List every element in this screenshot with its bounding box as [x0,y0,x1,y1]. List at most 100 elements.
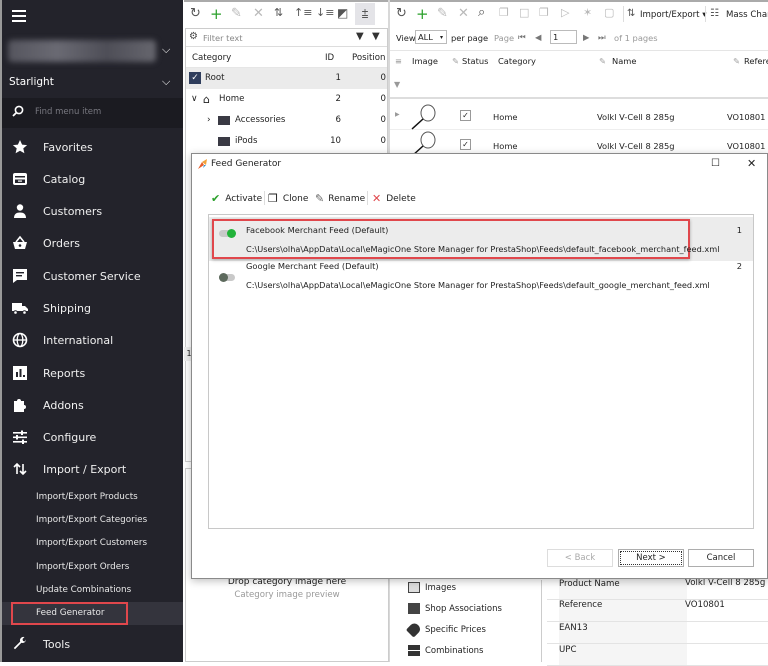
category-row[interactable]: iPods 10 0 [186,131,387,152]
status-checkbox[interactable]: ✓ [460,139,471,150]
sidebar-subitem-update-combinations[interactable]: Update Combinations [2,579,183,602]
image-toggle-icon[interactable]: ◩ [337,6,348,20]
sidebar-item-tools[interactable]: Tools [2,628,183,660]
sidebar-item-orders[interactable]: Orders [2,227,183,259]
property-value[interactable]: VO10801 [685,600,725,610]
move-up-icon[interactable]: ↑≡ [294,6,312,19]
category-row[interactable]: ✓ Root 1 0 [186,68,387,89]
page-input[interactable]: 1 [550,30,577,44]
menu-search[interactable]: Find menu item [2,98,183,128]
filter-input[interactable]: Filter text [203,33,243,43]
edit-icon[interactable]: ✎ [231,6,242,21]
paste-icon[interactable]: □ [519,6,529,19]
sidebar-item-import-export[interactable]: Import / Export [2,453,183,485]
column-image[interactable]: Image [412,51,438,71]
sidebar-subitem-import-export-categories[interactable]: Import/Export Categories [2,509,183,532]
add-icon[interactable]: + [210,5,223,23]
sidebar-subitem-feed-generator[interactable]: Feed Generator [2,602,183,625]
status-checkbox[interactable]: ✓ [460,110,471,121]
refresh-icon[interactable]: ↻ [190,6,201,21]
view-select[interactable]: ALL ▾ [415,30,447,44]
property-row[interactable]: Product Name Volkl V-Cell 8 285g [547,578,768,600]
filter-apply-icon[interactable]: ▼ [356,31,364,42]
delete-button[interactable]: ✕ Delete [372,192,416,205]
activate-button[interactable]: ✔ Activate [211,192,262,205]
sidebar-item-customers[interactable]: Customers [2,195,183,227]
delete-x-icon: ✕ [372,192,382,205]
prev-page-icon[interactable]: ◀ [535,32,541,42]
column-status[interactable]: Status [462,51,488,71]
gear-icon[interactable]: ⚙ [189,31,198,42]
maximize-button[interactable]: ☐ [711,158,720,169]
sidebar-item-configure[interactable]: Configure [2,421,183,453]
chevron-down-icon[interactable]: ⌵ [162,75,170,89]
next-button[interactable]: Next > [618,549,684,567]
comment-icon[interactable]: ▢ [604,6,614,19]
sidebar-subitem-import-export-products[interactable]: Import/Export Products [2,486,183,509]
import-export-menu[interactable]: Import/Export ▾ [640,10,707,20]
category-filter[interactable]: ⚙ Filter text ▼ ▼ [186,29,387,47]
move-icon[interactable]: ⇅ [274,6,283,19]
duplicate-icon[interactable]: ❐ [539,6,549,19]
sidebar-subitem-import-export-customers[interactable]: Import/Export Customers [2,532,183,555]
shop-selector[interactable]: Starlight [9,76,54,88]
sidebar-item-international[interactable]: International [2,324,183,356]
column-category[interactable]: Category [498,51,536,71]
filter-clear-icon[interactable]: ▼ [372,31,380,42]
property-row[interactable]: Reference VO10801 [547,600,768,622]
column-reference[interactable]: Refere [744,51,768,71]
filter-row[interactable]: ▼ [390,71,768,99]
cancel-button[interactable]: Cancel [688,549,754,567]
nav-images[interactable]: Images [408,582,456,593]
column-id[interactable]: ID [325,48,334,68]
feed-active-toggle[interactable] [219,229,236,238]
expand-chevron-icon[interactable]: ∨ [191,89,198,110]
add-icon[interactable]: + [416,5,429,23]
feed-active-toggle[interactable] [219,273,235,282]
sidebar-item-customer-service[interactable]: Customer Service [2,260,183,292]
hamburger-menu-icon[interactable] [12,10,26,22]
nav-combinations[interactable]: Combinations [408,645,483,656]
category-row[interactable]: › Accessories 6 0 [186,110,387,131]
property-value[interactable]: Volkl V-Cell 8 285g [685,578,765,588]
column-position[interactable]: Position [352,48,385,68]
chevron-down-icon[interactable]: ⌵ [162,43,170,57]
category-row[interactable]: ∨ ⌂ Home 2 0 [186,89,387,110]
edit-icon[interactable]: ✎ [437,6,448,21]
sidebar-item-catalog[interactable]: Catalog [2,163,183,195]
next-page-icon[interactable]: ▶ [583,32,589,42]
column-name[interactable]: Name [612,51,636,71]
delete-icon[interactable]: ✕ [458,6,469,21]
nav-shop-associations[interactable]: Shop Associations [408,603,502,614]
sidebar-item-reports[interactable]: Reports [2,357,183,389]
store-selector-blurred[interactable] [8,40,156,62]
product-row[interactable]: ▶ ✓ Home Volkl V-Cell 8 285g VO10801 [390,102,768,130]
assign-icon[interactable]: ▷ [561,6,569,19]
move-down-icon[interactable]: ↓≡ [316,6,334,19]
refresh-icon[interactable]: ↻ [396,6,407,21]
column-category[interactable]: Category [192,48,231,68]
filter-toggle-icon[interactable]: ⩲ [355,3,375,25]
feed-item-google[interactable]: Google Merchant Feed (Default) C:\Users\… [209,261,753,305]
last-page-icon[interactable]: ⏭ [598,32,605,43]
unassign-icon[interactable]: ✶ [583,6,592,19]
clone-button[interactable]: ❐ Clone [268,192,308,205]
copy-icon[interactable]: ❐ [499,6,509,19]
rename-button[interactable]: ✎ Rename [315,192,365,205]
column-chooser-icon[interactable]: ≡ [395,51,402,71]
mass-changes-button[interactable]: Mass Char [726,10,768,20]
sidebar-subitem-import-export-orders[interactable]: Import/Export Orders [2,556,183,579]
collapse-chevron-icon[interactable]: › [207,110,211,131]
property-row[interactable]: UPC [547,644,768,666]
nav-specific-prices[interactable]: Specific Prices [405,621,486,638]
first-page-icon[interactable]: ⏮ [518,32,525,43]
feed-item-facebook[interactable]: Facebook Merchant Feed (Default) C:\User… [209,217,753,261]
sidebar-item-shipping[interactable]: Shipping [2,292,183,324]
back-button[interactable]: < Back [547,549,613,567]
search-icon[interactable]: ⌕ [478,5,485,20]
sidebar-item-addons[interactable]: Addons [2,389,183,421]
property-row[interactable]: EAN13 [547,622,768,644]
delete-icon[interactable]: ✕ [253,6,264,21]
close-button[interactable]: ✕ [747,157,756,170]
sidebar-item-favorites[interactable]: Favorites [2,131,183,163]
